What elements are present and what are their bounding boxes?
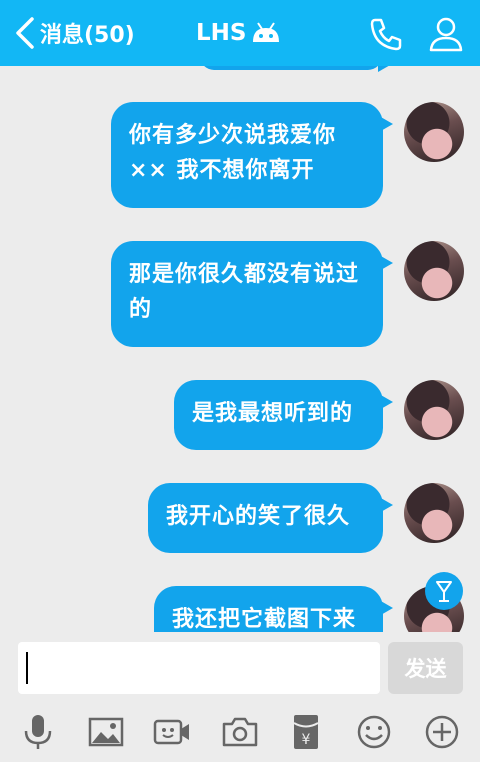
- plus-icon: [425, 715, 459, 749]
- back-icon: [16, 17, 34, 49]
- message-text: 我还把它截图下来: [172, 607, 357, 632]
- message-text: 我开心的笑了很久: [166, 504, 351, 529]
- svg-text:¥: ¥: [302, 732, 311, 748]
- profile-button[interactable]: [426, 14, 466, 54]
- text-cursor: [26, 652, 28, 684]
- message-text: 你有多少次说我爱你×× 我不想你离开: [129, 123, 337, 183]
- emoji-icon: [357, 715, 391, 749]
- message-bubble-partial[interactable]: [200, 66, 392, 72]
- chat-header: 消息(50) LHS: [0, 0, 480, 66]
- input-toolbar: ¥: [0, 702, 480, 762]
- avatar[interactable]: [404, 241, 464, 301]
- emoji-button[interactable]: [354, 712, 394, 752]
- message-list[interactable]: 你有多少次说我爱你×× 我不想你离开 那是你很久都没有说过的 是我最想听到的 我…: [0, 66, 480, 632]
- message-bubble[interactable]: 我开心的笑了很久: [148, 483, 393, 553]
- avatar[interactable]: [404, 483, 464, 543]
- message-text: 那是你很久都没有说过的: [129, 262, 360, 322]
- avatar[interactable]: [404, 102, 464, 162]
- phone-icon: [370, 18, 402, 51]
- voice-button[interactable]: [18, 712, 58, 752]
- image-icon: [88, 717, 124, 747]
- message-input[interactable]: [18, 642, 380, 694]
- video-button[interactable]: [152, 712, 192, 752]
- camera-button[interactable]: [220, 712, 260, 752]
- robot-icon: [253, 22, 280, 42]
- back-label: 消息(50): [40, 23, 135, 48]
- more-button[interactable]: [422, 712, 462, 752]
- send-button[interactable]: 发送: [388, 642, 463, 694]
- image-button[interactable]: [86, 712, 126, 752]
- message-bubble[interactable]: 是我最想听到的: [174, 380, 393, 450]
- red-packet-button[interactable]: ¥: [286, 712, 326, 752]
- chat-title[interactable]: LHS: [196, 16, 282, 50]
- profile-icon: [429, 17, 463, 52]
- avatar[interactable]: [404, 380, 464, 440]
- camera-icon: [222, 717, 258, 747]
- red-packet-icon: ¥: [293, 715, 319, 749]
- back-button[interactable]: 消息(50): [12, 14, 135, 52]
- message-bubble[interactable]: 你有多少次说我爱你×× 我不想你离开: [111, 102, 393, 208]
- message-text: 是我最想听到的: [192, 401, 354, 426]
- message-bubble[interactable]: 那是你很久都没有说过的: [111, 241, 393, 347]
- video-icon: [153, 719, 189, 745]
- cocktail-icon: [436, 581, 452, 602]
- drink-bubble-button[interactable]: [425, 572, 463, 610]
- chat-title-text: LHS: [196, 20, 247, 46]
- message-bubble[interactable]: 我还把它截图下来: [154, 586, 393, 632]
- input-bar: 发送: [0, 632, 480, 702]
- call-button[interactable]: [366, 14, 406, 54]
- microphone-icon: [24, 715, 52, 749]
